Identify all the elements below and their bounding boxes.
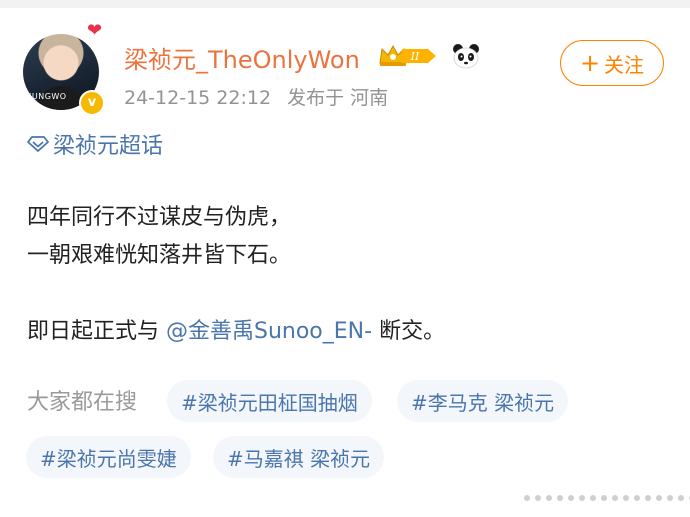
plus-icon: +: [579, 49, 601, 77]
search-tag[interactable]: #李马克 梁祯元: [397, 380, 569, 422]
topic-label: 梁祯元超话: [53, 134, 164, 159]
follow-label: 关注: [604, 52, 645, 77]
verified-icon: v: [79, 90, 105, 116]
body-line-3-prefix: 即日起正式与: [27, 319, 166, 344]
body-line-1: 四年同行不过谋皮与伪虎，: [27, 205, 292, 230]
super-topic-link[interactable]: 梁祯元超话: [27, 128, 163, 160]
body-line-3: 即日起正式与 @金善禹Sunoo_EN- 断交。: [27, 313, 445, 351]
post-meta: 24-12-15 22:12 发布于 河南: [124, 83, 398, 110]
follow-button[interactable]: + 关注: [560, 40, 664, 86]
mention-link[interactable]: @金善禹Sunoo_EN-: [166, 319, 372, 344]
body-line-3-suffix: 断交。: [372, 319, 446, 344]
svg-text:II: II: [410, 50, 420, 63]
more-dots-icon: [524, 495, 690, 501]
body-line-2: 一朝艰难恍知落井皆下石。: [27, 243, 292, 268]
post-time: 24-12-15 22:12: [124, 87, 272, 109]
trending-search-label: 大家都在搜: [27, 390, 138, 415]
author-name[interactable]: 梁祯元_TheOnlyWon: [124, 40, 360, 75]
top-divider: [0, 0, 690, 8]
crown-level-badge-icon[interactable]: II: [378, 43, 438, 69]
diamond-topic-icon: [27, 136, 49, 152]
author-avatar-container[interactable]: JUNGWO ❤ v: [23, 20, 105, 116]
post-location: 发布于 河南: [287, 87, 389, 109]
avatar-caption: JUNGWO: [29, 92, 67, 101]
heart-icon: ❤: [87, 20, 103, 41]
post-body: 四年同行不过谋皮与伪虎， 一朝艰难恍知落井皆下石。 即日起正式与 @金善禹Sun…: [27, 199, 445, 351]
search-tag[interactable]: #马嘉祺 梁祯元: [213, 436, 385, 478]
panda-icon: [453, 44, 479, 69]
search-tag[interactable]: #梁祯元尚雯婕: [26, 436, 191, 478]
search-tag[interactable]: #梁祯元田柾国抽烟: [167, 380, 372, 422]
